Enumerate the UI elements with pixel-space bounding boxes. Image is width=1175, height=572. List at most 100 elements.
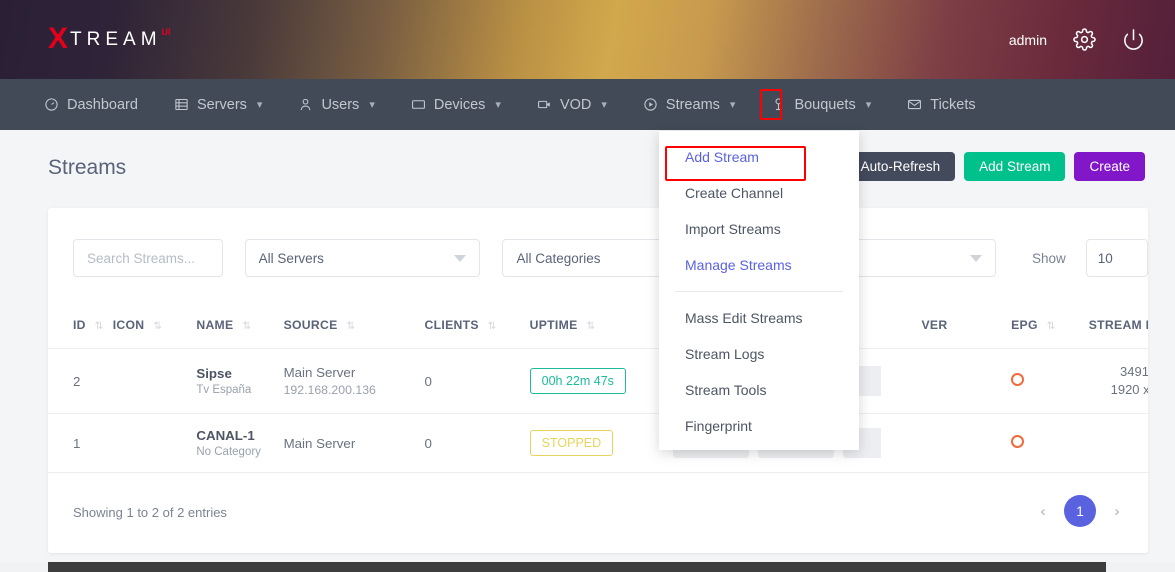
col-header-epg[interactable]: EPG ⇅ (1011, 308, 1089, 349)
menu-item-mass-edit-streams[interactable]: Mass Edit Streams (659, 300, 859, 336)
sort-arrows-icon[interactable]: ⇅ (242, 321, 250, 332)
cell-server (921, 348, 1012, 414)
server-stack-icon (174, 97, 189, 112)
menu-item-manage-streams[interactable]: Manage Streams (659, 247, 859, 283)
col-header-icon[interactable]: ICON ⇅ (112, 308, 197, 349)
menu-item-fingerprint[interactable]: Fingerprint (659, 408, 859, 444)
chevron-down-icon[interactable]: ▾ (601, 98, 607, 111)
chevron-down-icon[interactable]: ▾ (495, 98, 501, 111)
horizontal-scrollbar-thumb[interactable] (48, 562, 1106, 572)
cell-stream-info: No information availa (1088, 413, 1148, 473)
col-header-label: NAME (196, 318, 234, 332)
source-server: Main Server (283, 435, 356, 451)
next-page-button[interactable]: › (1108, 503, 1126, 520)
chevron-down-icon[interactable]: ▾ (730, 98, 736, 111)
brand-logo[interactable]: X TREAM UI (48, 21, 171, 55)
stream-name: CANAL-1 (196, 428, 255, 443)
source-server: Main Server (283, 365, 356, 380)
resolution-value: 1920 x 1080 (1110, 382, 1148, 397)
col-header-id[interactable]: ID ⇅ (48, 308, 113, 349)
nav-item-devices[interactable]: Devices ▾ (411, 79, 501, 130)
power-icon[interactable] (1122, 28, 1145, 51)
admin-username[interactable]: admin (1009, 32, 1047, 48)
dashboard-gauge-icon (44, 97, 59, 112)
col-header-source[interactable]: SOURCE ⇅ (283, 308, 425, 349)
cell-clients: 0 (424, 348, 530, 414)
menu-divider (675, 291, 843, 292)
table-row[interactable]: 1 CANAL-1 No Category Main Server 0 STOP… (48, 413, 1148, 473)
brand-superscript: UI (161, 26, 171, 37)
cell-uptime: 00h 22m 47s (529, 348, 674, 414)
nav-item-servers[interactable]: Servers ▾ (174, 79, 263, 130)
chevron-down-icon[interactable]: ▾ (257, 98, 263, 111)
nav-item-dashboard[interactable]: Dashboard (44, 79, 138, 130)
streams-table: ID ⇅ ICON ⇅ NAME ⇅ SOURCE ⇅ CLIENTS ⇅ UP… (48, 308, 1148, 473)
play-circle-icon (643, 97, 658, 112)
cell-name: CANAL-1 No Category (196, 413, 284, 473)
nav-label: Tickets (930, 96, 976, 113)
chevron-down-icon[interactable]: ▾ (369, 98, 375, 111)
gear-icon[interactable] (1073, 28, 1096, 51)
col-header-uptime[interactable]: UPTIME ⇅ (529, 308, 674, 349)
sort-arrows-icon[interactable]: ⇅ (95, 321, 103, 332)
sort-arrows-icon[interactable]: ⇅ (153, 321, 161, 332)
nav-item-streams[interactable]: Streams ▾ (643, 79, 736, 130)
nav-label: Users (321, 96, 360, 113)
nav-item-tickets[interactable]: Tickets (907, 79, 976, 130)
nav-label: Bouquets (794, 96, 856, 113)
col-header-server[interactable]: VER (921, 308, 1012, 349)
cell-epg (1011, 348, 1089, 414)
status-badge: STOPPED (529, 430, 614, 456)
video-camera-icon (537, 97, 552, 112)
server-filter-select[interactable]: All Servers (244, 239, 481, 277)
menu-item-stream-tools[interactable]: Stream Tools (659, 372, 859, 408)
brand-x: X (48, 21, 69, 55)
page-number-1[interactable]: 1 (1064, 495, 1096, 527)
show-entries-select[interactable]: 10 (1085, 239, 1148, 277)
nav-item-users[interactable]: Users ▾ (298, 79, 375, 130)
create-button[interactable]: Create (1074, 152, 1145, 181)
envelope-icon (907, 97, 922, 112)
search-input[interactable]: Search Streams... (73, 239, 223, 277)
sort-arrows-icon[interactable]: ⇅ (488, 321, 496, 332)
nav-item-vod[interactable]: VOD ▾ (537, 79, 607, 130)
prev-page-button[interactable]: ‹ (1034, 503, 1052, 520)
col-header-name[interactable]: NAME ⇅ (196, 308, 284, 349)
nav-label: Streams (665, 96, 720, 113)
table-footer: Showing 1 to 2 of 2 entries ‹ 1 › (48, 495, 1148, 535)
col-header-label: VER (921, 318, 948, 332)
streams-card: Search Streams... All Servers All Catego… (48, 208, 1148, 553)
sort-arrows-icon[interactable]: ⇅ (587, 321, 595, 332)
cell-source: Main Server 192.168.200.136 (283, 348, 425, 414)
auto-refresh-button[interactable]: Auto-Refresh (845, 152, 956, 181)
menu-item-stream-logs[interactable]: Stream Logs (659, 336, 859, 372)
streams-chevron-highlight (760, 89, 782, 120)
chevron-down-icon (969, 254, 982, 262)
add-stream-button[interactable]: Add Stream (964, 152, 1066, 181)
show-entries-label: Show (1031, 250, 1066, 266)
show-entries-value: 10 (1097, 250, 1113, 266)
brand-text: TREAM (70, 28, 162, 50)
table-row[interactable]: 2 Sipse Tv España Main Server 192.168.20… (48, 348, 1148, 414)
source-ip: 192.168.200.136 (283, 383, 376, 397)
col-header-label: CLIENTS (424, 318, 479, 332)
bitrate-value: 3491 Kbps (1120, 364, 1148, 379)
nav-item-bouquets[interactable]: Bouquets ▾ (771, 79, 871, 130)
table-body: 2 Sipse Tv España Main Server 192.168.20… (48, 348, 1148, 473)
chevron-down-icon[interactable]: ▾ (866, 98, 872, 111)
menu-item-import-streams[interactable]: Import Streams (659, 211, 859, 247)
horizontal-scrollbar-track[interactable] (0, 562, 1175, 572)
stream-info-group: 3491 Kbps 1920 x 1080 ►■ hevc 🔊 aac (1089, 363, 1148, 399)
sort-arrows-icon[interactable]: ⇅ (1047, 321, 1055, 332)
app-root: X TREAM UI admin Dashboard Servers ▾ Use… (0, 0, 1175, 572)
nav-label: Servers (196, 96, 247, 113)
cell-name: Sipse Tv España (196, 348, 284, 414)
cell-icon (112, 348, 197, 414)
server-filter-value: All Servers (258, 250, 324, 266)
col-header-label: UPTIME (529, 318, 578, 332)
bitrate-resolution: 3491 Kbps 1920 x 1080 (1111, 363, 1148, 399)
category-filter-value: All Categories (516, 250, 601, 266)
col-header-clients[interactable]: CLIENTS ⇅ (424, 308, 530, 349)
stream-category: Tv España (196, 384, 252, 396)
sort-arrows-icon[interactable]: ⇅ (347, 321, 355, 332)
